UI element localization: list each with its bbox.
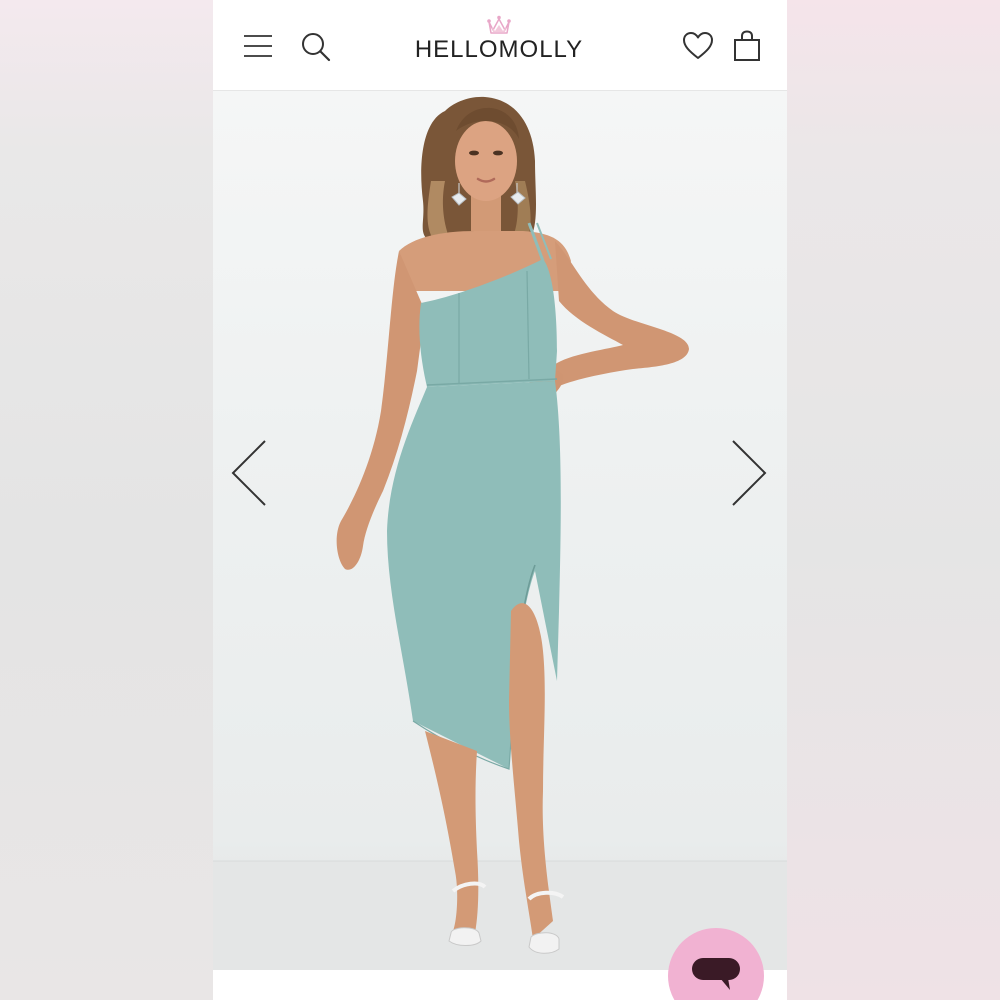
brand-logo[interactable]: HELLOMOLLY bbox=[409, 14, 589, 66]
search-icon[interactable] bbox=[300, 31, 332, 63]
mobile-viewport: HELLOMOLLY bbox=[213, 0, 787, 1000]
background-right bbox=[787, 0, 1000, 1000]
hamburger-menu-icon[interactable] bbox=[243, 33, 273, 59]
shopping-bag-icon[interactable] bbox=[732, 30, 762, 62]
heart-icon[interactable] bbox=[682, 31, 714, 61]
chevron-left-icon[interactable] bbox=[229, 439, 269, 507]
brand-name: HELLOMOLLY bbox=[414, 36, 584, 63]
product-photo[interactable] bbox=[213, 91, 787, 970]
background-left bbox=[0, 0, 213, 1000]
chevron-right-icon[interactable] bbox=[729, 439, 769, 507]
site-header: HELLOMOLLY bbox=[213, 0, 787, 91]
